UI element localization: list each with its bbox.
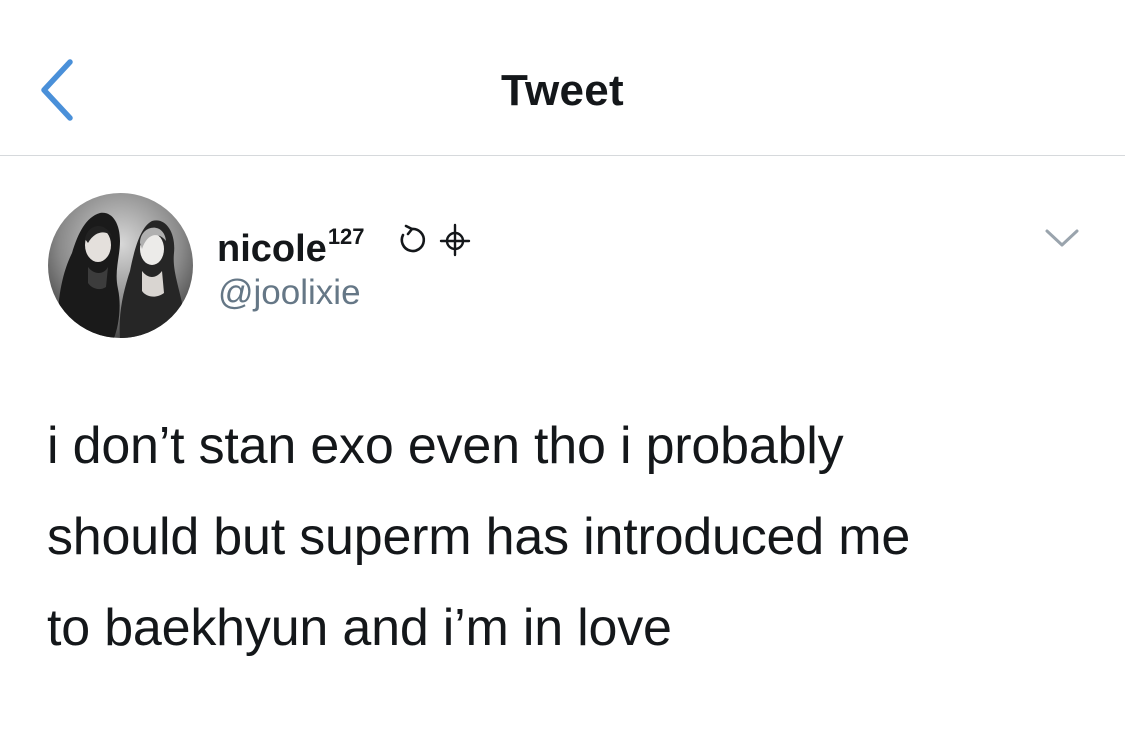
author-display-name[interactable]: nicole127 <box>217 213 365 273</box>
avatar[interactable] <box>48 193 193 338</box>
tweet-text-line: i don’t stan exo even tho i probably <box>47 417 844 475</box>
navigation-bar: Tweet <box>0 0 1125 156</box>
page-title: Tweet <box>501 66 624 115</box>
tweet-text-line: to baekhyun and i’m in love <box>47 599 672 657</box>
tweet: nicole127 @joolixie i don’t stan exo eve… <box>0 157 1125 733</box>
chevron-down-icon <box>1045 229 1079 247</box>
tweet-menu-button[interactable] <box>1042 221 1082 257</box>
tweet-text: i don’t stan exo even tho i probably sho… <box>47 401 1097 674</box>
display-name-superscript: 127 <box>327 224 365 249</box>
tweet-text-line: should but superm has introduced me <box>47 508 911 566</box>
author-username[interactable]: @joolixie <box>218 270 361 316</box>
display-name-text: nicole <box>217 228 327 270</box>
avatar-photo <box>48 193 193 338</box>
crosshair-icon <box>438 223 472 257</box>
refresh-icon <box>395 223 429 257</box>
